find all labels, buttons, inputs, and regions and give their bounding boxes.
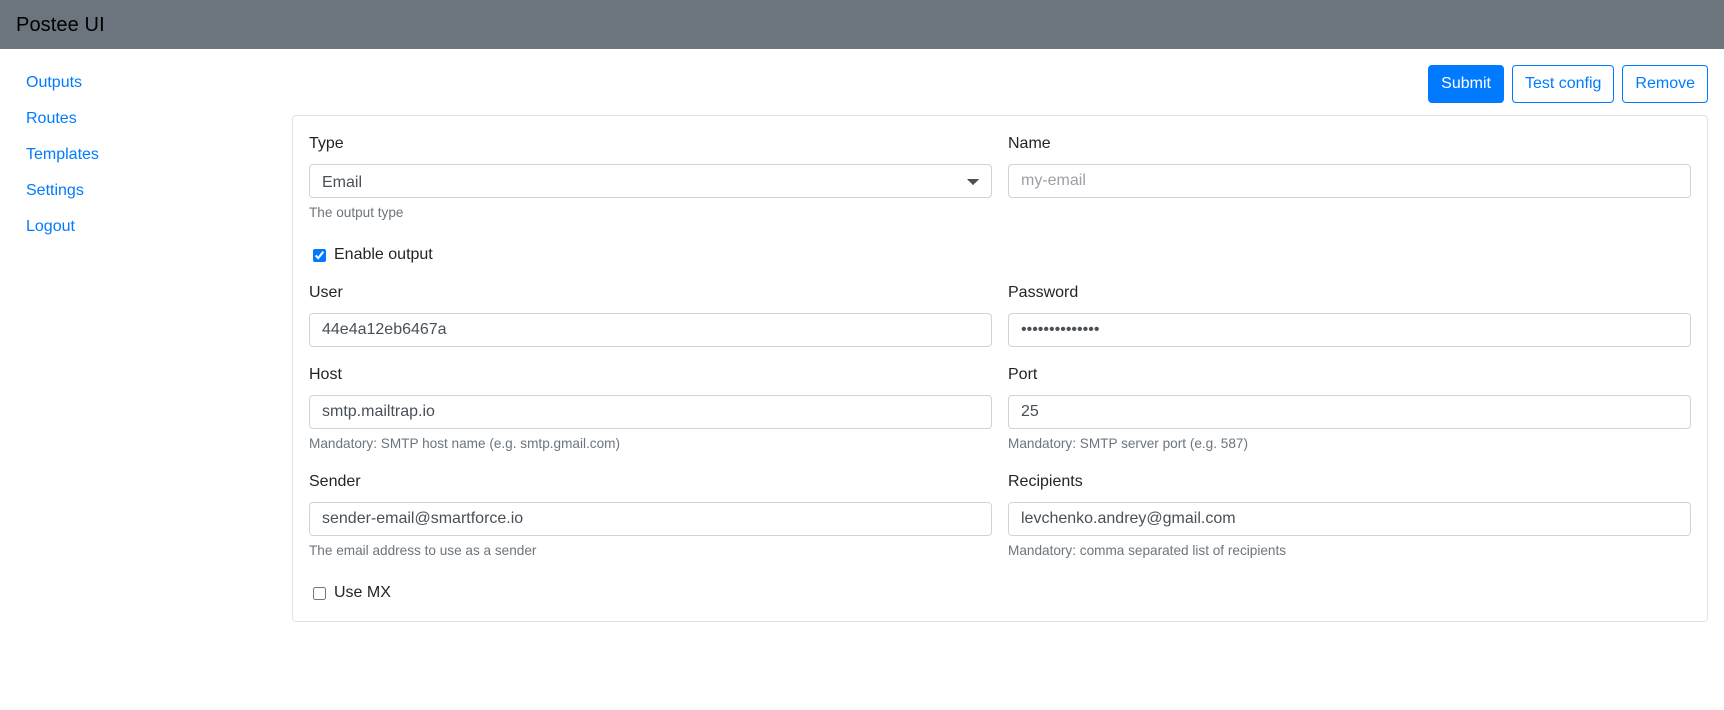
recipients-help-text: Mandatory: comma separated list of recip… bbox=[1008, 543, 1287, 558]
recipients-label: Recipients bbox=[1008, 473, 1083, 490]
form-row-user-password: User Password bbox=[301, 281, 1699, 363]
output-settings-card: Type Email The output type Name my-email… bbox=[292, 115, 1708, 622]
main-content: Submit Test config Remove Type Email The… bbox=[292, 49, 1724, 622]
top-navbar: Postee UI bbox=[0, 0, 1724, 49]
sidebar-item-logout[interactable]: Logout bbox=[0, 209, 292, 245]
use-mx-label[interactable]: Use MX bbox=[334, 581, 391, 605]
type-help-text: The output type bbox=[309, 205, 404, 220]
field-user: User bbox=[309, 281, 992, 347]
recipients-input[interactable] bbox=[1008, 502, 1691, 536]
name-label: Name bbox=[1008, 135, 1051, 152]
use-mx-check[interactable]: Use MX bbox=[313, 581, 1691, 605]
field-name: Name bbox=[1008, 132, 1691, 198]
use-mx-checkbox[interactable] bbox=[313, 586, 326, 600]
field-host: Host Mandatory: SMTP host name (e.g. smt… bbox=[309, 363, 992, 454]
sidebar-item-routes[interactable]: Routes bbox=[0, 101, 292, 137]
page-body: Outputs Routes Templates Settings Logout… bbox=[0, 49, 1724, 710]
host-label: Host bbox=[309, 366, 342, 383]
enable-output-checkbox[interactable] bbox=[313, 248, 326, 262]
sidebar-item-outputs[interactable]: Outputs bbox=[0, 65, 292, 101]
field-port: Port Mandatory: SMTP server port (e.g. 5… bbox=[1008, 363, 1691, 454]
field-type: Type Email The output type bbox=[309, 132, 992, 223]
enable-output-check[interactable]: Enable output bbox=[313, 243, 1691, 267]
password-label: Password bbox=[1008, 284, 1079, 301]
remove-button[interactable]: Remove bbox=[1622, 65, 1708, 103]
field-sender: Sender The email address to use as a sen… bbox=[309, 470, 992, 561]
port-help-text: Mandatory: SMTP server port (e.g. 587) bbox=[1008, 436, 1249, 451]
name-input[interactable] bbox=[1008, 164, 1691, 198]
port-label: Port bbox=[1008, 366, 1038, 383]
password-input[interactable] bbox=[1008, 313, 1691, 347]
action-toolbar: Submit Test config Remove bbox=[292, 49, 1708, 115]
form-col-recipients: Recipients Mandatory: comma separated li… bbox=[1000, 470, 1699, 577]
app-title: Postee UI bbox=[16, 13, 105, 36]
port-input[interactable] bbox=[1008, 395, 1691, 429]
submit-button[interactable]: Submit bbox=[1428, 65, 1504, 103]
form-row-host-port: Host Mandatory: SMTP host name (e.g. smt… bbox=[301, 363, 1699, 470]
form-col-user: User bbox=[301, 281, 1000, 363]
sidebar: Outputs Routes Templates Settings Logout bbox=[0, 49, 292, 245]
sender-label: Sender bbox=[309, 473, 361, 490]
form-col-type: Type Email The output type bbox=[301, 132, 1000, 239]
sidebar-item-templates[interactable]: Templates bbox=[0, 137, 292, 173]
form-row-sender-recipients: Sender The email address to use as a sen… bbox=[301, 470, 1699, 577]
field-password: Password bbox=[1008, 281, 1691, 347]
user-label: User bbox=[309, 284, 343, 301]
enable-output-label[interactable]: Enable output bbox=[334, 243, 433, 267]
user-input[interactable] bbox=[309, 313, 992, 347]
sender-input[interactable] bbox=[309, 502, 992, 536]
form-row-type-name: Type Email The output type Name bbox=[301, 132, 1699, 239]
form-col-port: Port Mandatory: SMTP server port (e.g. 5… bbox=[1000, 363, 1699, 470]
type-label: Type bbox=[309, 135, 344, 152]
sidebar-item-settings[interactable]: Settings bbox=[0, 173, 292, 209]
type-select[interactable]: Email bbox=[309, 164, 992, 198]
form-col-password: Password bbox=[1000, 281, 1699, 363]
test-config-button[interactable]: Test config bbox=[1511, 65, 1615, 103]
host-input[interactable] bbox=[309, 395, 992, 429]
field-recipients: Recipients Mandatory: comma separated li… bbox=[1008, 470, 1691, 561]
form-col-sender: Sender The email address to use as a sen… bbox=[301, 470, 1000, 577]
form-col-name: Name bbox=[1000, 132, 1699, 239]
host-help-text: Mandatory: SMTP host name (e.g. smtp.gma… bbox=[309, 436, 621, 451]
form-col-host: Host Mandatory: SMTP host name (e.g. smt… bbox=[301, 363, 1000, 470]
sender-help-text: The email address to use as a sender bbox=[309, 543, 537, 558]
